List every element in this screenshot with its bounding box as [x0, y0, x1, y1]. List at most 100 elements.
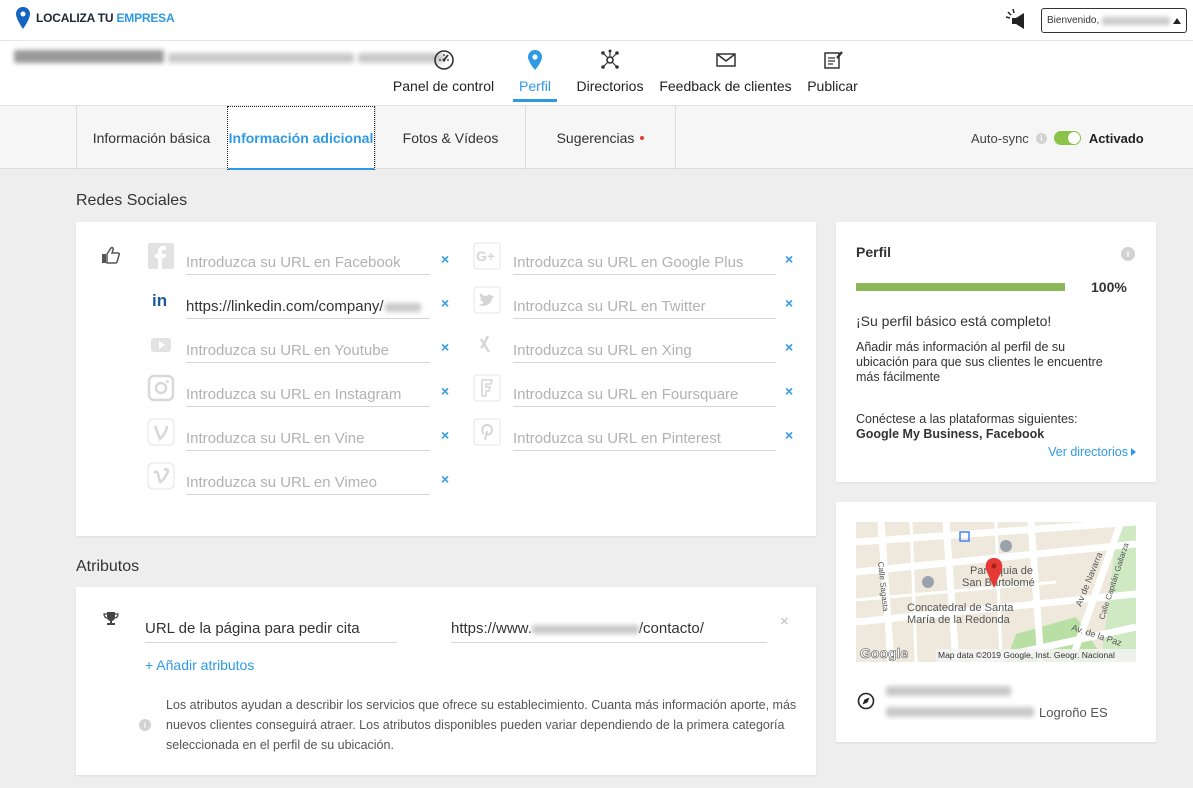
- vimeo-icon: [147, 462, 175, 490]
- xing-icon: [473, 330, 501, 358]
- section-title-redes-sociales: Redes Sociales: [76, 192, 188, 209]
- social-networks-card: Introduzca su URL en Facebook × in https…: [76, 222, 816, 536]
- xing-url-input[interactable]: Introduzca su URL en Xing: [513, 333, 776, 363]
- info-icon: i: [139, 719, 151, 731]
- youtube-icon: [147, 330, 175, 358]
- profile-progress-percent: 100%: [1091, 279, 1127, 295]
- google-plus-url-input[interactable]: Introduzca su URL en Google Plus: [513, 245, 776, 275]
- linkedin-icon: in: [147, 286, 175, 314]
- nav-directorios[interactable]: Directorios: [573, 41, 647, 105]
- tab-informacion-basica[interactable]: Información básica: [76, 106, 226, 170]
- instagram-url-input[interactable]: Introduzca su URL en Instagram: [186, 377, 430, 407]
- redacted-map-address: [886, 707, 1034, 717]
- connected-platforms-list: Google My Business, Facebook: [856, 427, 1045, 441]
- facebook-clear-button[interactable]: ×: [441, 251, 449, 267]
- autosync-state: Activado: [1088, 130, 1144, 146]
- map-attribution: Map data ©2019 Google, Inst. Geogr. Naci…: [938, 650, 1115, 660]
- tab-informacion-adicional[interactable]: Información adicional: [227, 106, 375, 170]
- logo-pin-icon: [16, 7, 30, 29]
- svg-text:in: in: [152, 291, 167, 310]
- announcement-icon[interactable]: [1004, 8, 1030, 30]
- facebook-icon: [147, 242, 175, 270]
- redacted-map-business-name: [886, 686, 1011, 696]
- location-map[interactable]: Parroquia de San Bartolomé Concatedral d…: [856, 522, 1136, 662]
- notification-dot: [640, 136, 645, 140]
- autosync-control: Auto-sync i Activado: [971, 106, 1144, 170]
- profile-progress-bar: [856, 283, 1065, 291]
- vine-url-input[interactable]: Introduzca su URL en Vine: [186, 421, 430, 451]
- instagram-clear-button[interactable]: ×: [441, 383, 449, 399]
- pinterest-url-input[interactable]: Introduzca su URL en Pinterest: [513, 421, 776, 451]
- thumbs-up-icon: [102, 246, 121, 264]
- foursquare-url-input[interactable]: Introduzca su URL en Foursquare: [513, 377, 776, 407]
- info-icon[interactable]: i: [1121, 247, 1135, 261]
- attribute-value-input[interactable]: https://www./contacto/: [451, 613, 767, 643]
- nav-feedback-de-clientes[interactable]: Feedback de clientes: [659, 41, 792, 105]
- nav-panel-de-control[interactable]: Panel de control: [390, 41, 497, 105]
- attributes-card: URL de la página para pedir cita https:/…: [76, 587, 816, 775]
- foursquare-clear-button[interactable]: ×: [785, 383, 793, 399]
- vimeo-clear-button[interactable]: ×: [441, 471, 449, 487]
- redacted-username: [1102, 16, 1170, 25]
- map-label-concatedral-2: María de la Redonda: [907, 614, 1011, 626]
- attribute-name-field[interactable]: URL de la página para pedir cita: [145, 613, 397, 643]
- facebook-url-input[interactable]: Introduzca su URL en Facebook: [186, 245, 430, 275]
- connect-platforms-label: Conéctese a las plataformas siguientes:: [856, 412, 1078, 426]
- ver-directorios-link[interactable]: Ver directorios: [1048, 445, 1136, 459]
- location-pin-icon: [528, 50, 542, 70]
- add-attributes-link[interactable]: + Añadir atributos: [145, 657, 254, 673]
- youtube-url-input[interactable]: Introduzca su URL en Youtube: [186, 333, 430, 363]
- vimeo-url-input[interactable]: Introduzca su URL en Vimeo: [186, 465, 430, 495]
- linkedin-url-input[interactable]: https://linkedin.com/company/: [186, 289, 430, 319]
- attribute-remove-button[interactable]: ×: [780, 613, 789, 630]
- active-nav-underline: [513, 99, 557, 102]
- brand-logo[interactable]: LOCALIZA TU EMPRESA: [16, 7, 175, 29]
- autosync-label: Auto-sync: [971, 130, 1029, 146]
- envelope-icon: [715, 53, 736, 67]
- user-menu-dropdown[interactable]: Bienvenido,: [1041, 8, 1187, 33]
- network-hub-icon: [601, 49, 619, 69]
- tab-sugerencias[interactable]: Sugerencias: [525, 106, 676, 170]
- autosync-toggle[interactable]: [1053, 131, 1081, 145]
- vine-clear-button[interactable]: ×: [441, 427, 449, 443]
- edit-note-icon: [823, 51, 843, 69]
- nav-perfil[interactable]: Perfil: [513, 41, 557, 105]
- instagram-icon: [147, 374, 175, 402]
- google-logo: Google: [860, 645, 908, 661]
- google-plus-clear-button[interactable]: ×: [785, 251, 793, 267]
- twitter-icon: [473, 286, 501, 314]
- vine-icon: [147, 418, 175, 446]
- compass-icon: [857, 692, 875, 710]
- linkedin-clear-button[interactable]: ×: [441, 295, 449, 311]
- svg-text:G+: G+: [476, 248, 495, 264]
- map-label-parroquia-2: San Bartolomé: [962, 577, 1035, 589]
- caret-right-icon: [1131, 448, 1136, 456]
- map-city: Logroño ES: [1039, 705, 1108, 720]
- trophy-icon: [103, 612, 119, 625]
- sub-tabs-bar: Información básica Información adicional…: [0, 105, 1193, 170]
- attributes-help-text: Los atributos ayudan a describir los ser…: [166, 698, 797, 752]
- profile-more-info-text: Añadir más información al perfil de su u…: [856, 340, 1103, 384]
- profile-card-title: Perfil: [856, 244, 892, 260]
- redacted-business-name: [14, 50, 164, 63]
- map-label-concatedral: Concatedral de Santa: [907, 602, 1014, 614]
- youtube-clear-button[interactable]: ×: [441, 339, 449, 355]
- top-bar: LOCALIZA TU EMPRESA Bienvenido,: [0, 0, 1193, 41]
- foursquare-icon: [473, 374, 501, 402]
- info-icon[interactable]: i: [1035, 132, 1047, 144]
- pinterest-clear-button[interactable]: ×: [785, 427, 793, 443]
- redacted-address: [167, 53, 354, 63]
- location-map-card: Parroquia de San Bartolomé Concatedral d…: [836, 502, 1156, 742]
- section-title-atributos: Atributos: [76, 558, 140, 575]
- pinterest-icon: [473, 418, 501, 446]
- brand-name: LOCALIZA TU EMPRESA: [36, 11, 175, 25]
- caret-up-icon: [1173, 17, 1181, 24]
- twitter-clear-button[interactable]: ×: [785, 295, 793, 311]
- google-plus-icon: G+: [473, 242, 501, 270]
- twitter-url-input[interactable]: Introduzca su URL en Twitter: [513, 289, 776, 319]
- nav-publicar[interactable]: Publicar: [805, 41, 860, 105]
- tab-fotos-videos[interactable]: Fotos & Vídeos: [375, 106, 525, 170]
- xing-clear-button[interactable]: ×: [785, 339, 793, 355]
- main-header: Panel de control Perfil Directorios Feed…: [0, 41, 1193, 105]
- profile-completion-card: Perfil i 100% ¡Su perfil básico está com…: [836, 222, 1156, 482]
